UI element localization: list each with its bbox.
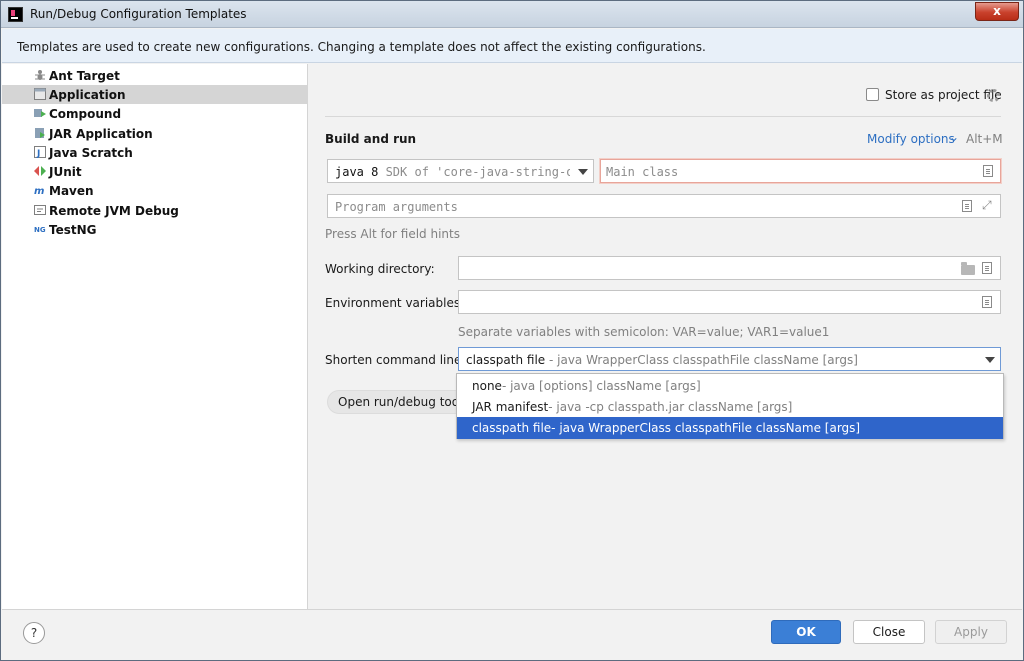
shorten-value-hint: - java WrapperClass classpathFile classN… bbox=[545, 353, 858, 367]
sdk-select-value: java 8 SDK of 'core-java-string-ope bbox=[335, 165, 570, 179]
help-button[interactable]: ? bbox=[23, 622, 45, 644]
tree-item-label: Remote JVM Debug bbox=[49, 203, 179, 218]
tree-item-application[interactable]: Application bbox=[2, 85, 308, 104]
divider bbox=[325, 116, 1001, 117]
main-class-placeholder: Main class bbox=[606, 165, 679, 179]
banner-text: Templates are used to create new configu… bbox=[17, 40, 706, 54]
popup-option-jar-manifest[interactable]: JAR manifest - java -cp classpath.jar cl… bbox=[457, 396, 1003, 418]
compound-icon bbox=[34, 109, 46, 117]
option-name: none bbox=[472, 379, 502, 393]
tree-item-label: JAR Application bbox=[49, 126, 153, 141]
popup-option-classpath-file[interactable]: classpath file - java WrapperClass class… bbox=[457, 417, 1003, 439]
tree-item-ant-target[interactable]: Ant Target bbox=[2, 66, 308, 85]
modify-options-link[interactable]: Modify options bbox=[867, 132, 955, 146]
tree-item-label: JUnit bbox=[49, 164, 82, 179]
window-title: Run/Debug Configuration Templates bbox=[30, 7, 247, 21]
tree-item-label: Ant Target bbox=[49, 68, 120, 83]
shorten-value-name: classpath file bbox=[466, 353, 546, 367]
chevron-down-icon bbox=[578, 169, 588, 175]
template-tree: Ant Target Application Compound JAR Appl… bbox=[2, 64, 308, 609]
tree-item-jar-application[interactable]: JAR Application bbox=[2, 124, 308, 143]
working-directory-field[interactable] bbox=[458, 256, 1001, 280]
store-project-file-checkbox[interactable] bbox=[866, 88, 879, 101]
ok-button[interactable]: OK bbox=[771, 620, 841, 644]
apply-button[interactable]: Apply bbox=[935, 620, 1007, 644]
tree-item-label: Maven bbox=[49, 183, 94, 198]
program-arguments-placeholder: Program arguments bbox=[335, 200, 458, 214]
title-bar[interactable]: Run/Debug Configuration Templates x bbox=[1, 1, 1023, 28]
sdk-select[interactable]: java 8 SDK of 'core-java-string-ope bbox=[327, 159, 594, 183]
shorten-command-line-label: Shorten command line: bbox=[325, 353, 466, 367]
shorten-command-line-popup: none - java [options] className [args] J… bbox=[456, 373, 1004, 439]
sdk-version: java 8 bbox=[335, 165, 379, 179]
java-scratch-icon: J bbox=[34, 146, 46, 158]
intellij-app-icon bbox=[8, 7, 23, 22]
window-close-button[interactable]: x bbox=[975, 2, 1019, 21]
environment-variables-field[interactable] bbox=[458, 290, 1001, 314]
svg-text:NG: NG bbox=[34, 226, 46, 234]
insert-macro-icon[interactable] bbox=[982, 262, 992, 274]
tree-item-maven[interactable]: m Maven bbox=[2, 181, 308, 200]
store-project-file-label: Store as project file bbox=[885, 88, 1002, 102]
expand-icon[interactable]: ⤢ bbox=[982, 198, 992, 213]
close-button[interactable]: Close bbox=[853, 620, 925, 644]
insert-macro-icon[interactable] bbox=[962, 200, 972, 212]
shorten-command-line-select[interactable]: classpath file - java WrapperClass class… bbox=[458, 347, 1001, 371]
svg-text:J: J bbox=[36, 149, 40, 158]
open-tool-window-label: Open run/debug tool w bbox=[338, 395, 467, 409]
dialog-footer: ? OK Close Apply bbox=[2, 609, 1022, 660]
tree-item-java-scratch[interactable]: J Java Scratch bbox=[2, 143, 308, 162]
maven-icon: m bbox=[34, 186, 44, 196]
chevron-down-icon bbox=[985, 357, 995, 363]
tree-item-label: TestNG bbox=[49, 222, 97, 237]
tree-item-compound[interactable]: Compound bbox=[2, 104, 308, 123]
application-icon bbox=[34, 88, 46, 100]
environment-variables-label: Environment variables: bbox=[325, 296, 465, 310]
build-and-run-heading: Build and run bbox=[325, 132, 417, 146]
shorten-command-line-value: classpath file - java WrapperClass class… bbox=[466, 353, 858, 367]
modify-options-shortcut: Alt+M bbox=[966, 132, 1003, 146]
env-hint-text: Separate variables with semicolon: VAR=v… bbox=[458, 325, 830, 339]
dialog-window: Run/Debug Configuration Templates x Temp… bbox=[0, 0, 1024, 661]
gear-icon[interactable] bbox=[987, 89, 1000, 102]
option-hint: - java -cp classpath.jar className [args… bbox=[548, 400, 793, 414]
option-hint: - java WrapperClass classpathFile classN… bbox=[551, 421, 861, 435]
tree-item-label: Application bbox=[49, 87, 126, 102]
junit-icon bbox=[34, 166, 46, 176]
field-hint-text: Press Alt for field hints bbox=[325, 227, 460, 241]
folder-icon[interactable] bbox=[961, 262, 975, 275]
open-tool-window-button[interactable]: Open run/debug tool w bbox=[327, 390, 467, 414]
program-arguments-field[interactable]: Program arguments ⤢ bbox=[327, 194, 1001, 218]
tree-item-remote-jvm-debug[interactable]: Remote JVM Debug bbox=[2, 201, 308, 220]
remote-debug-icon bbox=[34, 205, 46, 215]
tree-item-label: Compound bbox=[49, 106, 122, 121]
info-banner: Templates are used to create new configu… bbox=[2, 29, 1022, 63]
sdk-description: SDK of 'core-java-string-ope bbox=[378, 165, 570, 179]
working-directory-label: Working directory: bbox=[325, 262, 435, 276]
browse-document-icon[interactable] bbox=[983, 165, 993, 177]
svg-text:m: m bbox=[34, 186, 44, 196]
testng-icon: NG bbox=[34, 226, 46, 234]
popup-option-none[interactable]: none - java [options] className [args] bbox=[457, 375, 1003, 397]
tree-item-testng[interactable]: NG TestNG bbox=[2, 220, 308, 239]
edit-variables-icon[interactable] bbox=[982, 296, 992, 308]
tree-item-junit[interactable]: JUnit bbox=[2, 162, 308, 181]
chevron-down-icon: ⌄ bbox=[949, 130, 960, 144]
tree-item-label: Java Scratch bbox=[49, 145, 133, 160]
option-name: classpath file bbox=[472, 421, 552, 435]
configuration-panel: Store as project file Build and run Modi… bbox=[309, 64, 1023, 609]
main-class-field[interactable]: Main class bbox=[600, 159, 1001, 183]
ant-icon bbox=[35, 70, 45, 80]
jar-icon bbox=[35, 128, 45, 138]
option-hint: - java [options] className [args] bbox=[501, 379, 701, 393]
option-name: JAR manifest bbox=[472, 400, 549, 414]
